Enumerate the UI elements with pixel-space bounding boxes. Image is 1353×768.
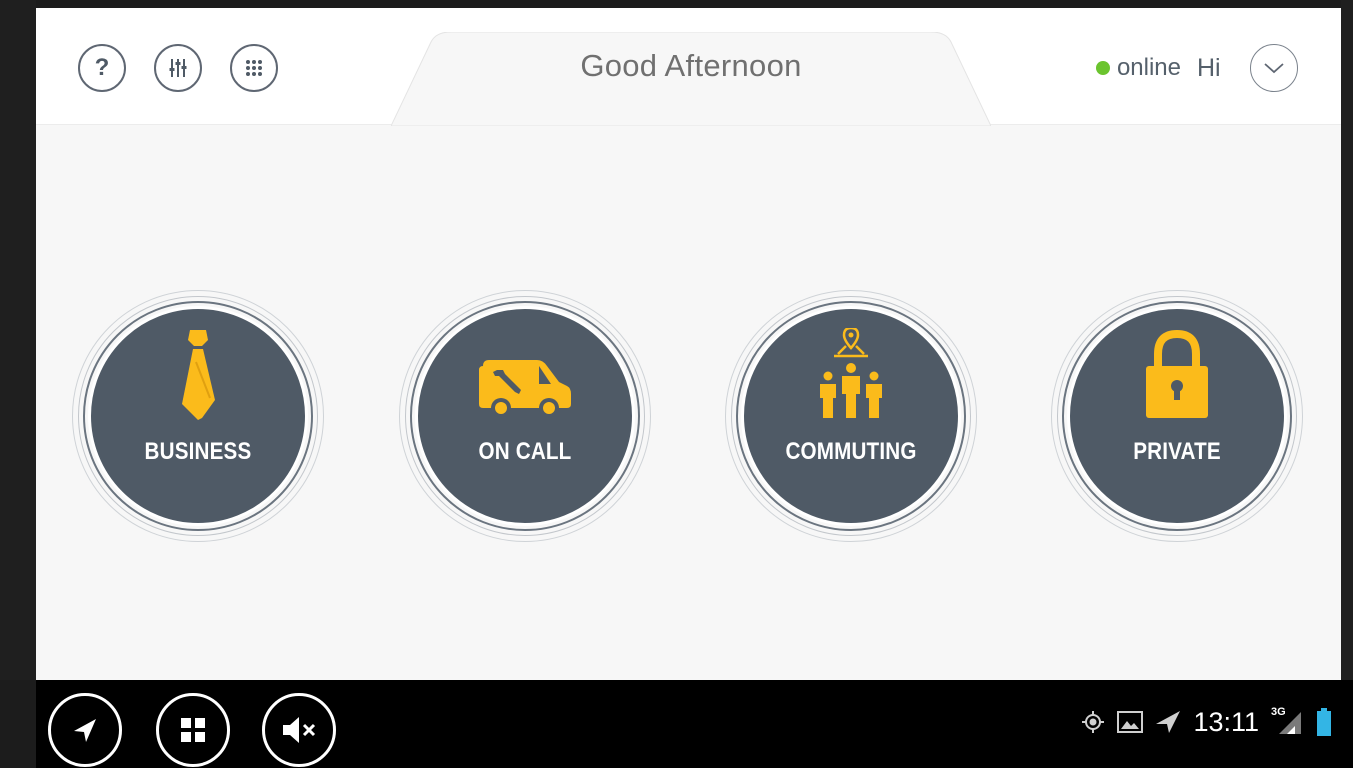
device-frame-right: [1341, 0, 1353, 680]
tie-icon: [182, 330, 215, 420]
status-label: online: [1116, 54, 1181, 81]
signal-icon: 3G: [1271, 706, 1305, 735]
help-button[interactable]: ?: [78, 44, 126, 92]
help-icon: ?: [94, 54, 110, 81]
apps-button[interactable]: [230, 44, 278, 92]
online-dot-icon: [1095, 61, 1110, 75]
padlock-icon: [1146, 329, 1208, 418]
greeting-tab: Good Afternoon: [391, 32, 991, 126]
home-icon: [181, 718, 205, 742]
mode-private-button[interactable]: PRIVATE: [1051, 290, 1303, 542]
mode-on-call-button[interactable]: ON CALL: [399, 290, 651, 542]
mode-label: COMMUTING: [785, 438, 917, 465]
mode-label: ON CALL: [478, 438, 572, 465]
location-icon: [1082, 711, 1105, 733]
system-navigation-bar: 13:11 3G: [36, 680, 1353, 768]
van-icon-wrap: [399, 320, 651, 420]
back-icon: [74, 719, 96, 742]
chevron-down-icon: [1264, 63, 1284, 74]
battery-icon: [1317, 708, 1331, 736]
clock-time: 13:11: [1193, 706, 1259, 737]
device-frame-left: [0, 0, 36, 680]
connection-status: online: [1095, 54, 1181, 82]
mode-label: PRIVATE: [1133, 438, 1221, 465]
equalizer-icon: [169, 59, 187, 77]
people-icon-wrap: [725, 320, 977, 420]
image-icon: [1117, 711, 1144, 733]
header-bar: ? Good Afternoon online Hi: [36, 8, 1341, 126]
navigation-icon: [1156, 711, 1181, 733]
service-van-icon: [479, 360, 571, 418]
greeting-title: Good Afternoon: [580, 48, 802, 83]
mute-button[interactable]: [262, 693, 336, 767]
mute-icon: [283, 717, 316, 743]
tie-icon-wrap: [72, 320, 324, 420]
app-screen: ? Good Afternoon online Hi BUSINESS ON C…: [36, 8, 1341, 680]
user-greeting: Hi: [1197, 54, 1221, 82]
home-button[interactable]: [156, 693, 230, 767]
settings-button[interactable]: [154, 44, 202, 92]
people-location-icon: [820, 328, 882, 418]
apps-grid-icon: [246, 60, 262, 76]
mode-label: BUSINESS: [144, 438, 252, 465]
mode-business-button[interactable]: BUSINESS: [72, 290, 324, 542]
back-button[interactable]: [48, 693, 122, 767]
padlock-icon-wrap: [1051, 320, 1303, 420]
mode-commuting-button[interactable]: COMMUTING: [725, 290, 977, 542]
account-menu-button[interactable]: [1250, 44, 1298, 92]
status-tray: 13:11 3G: [1081, 702, 1331, 742]
